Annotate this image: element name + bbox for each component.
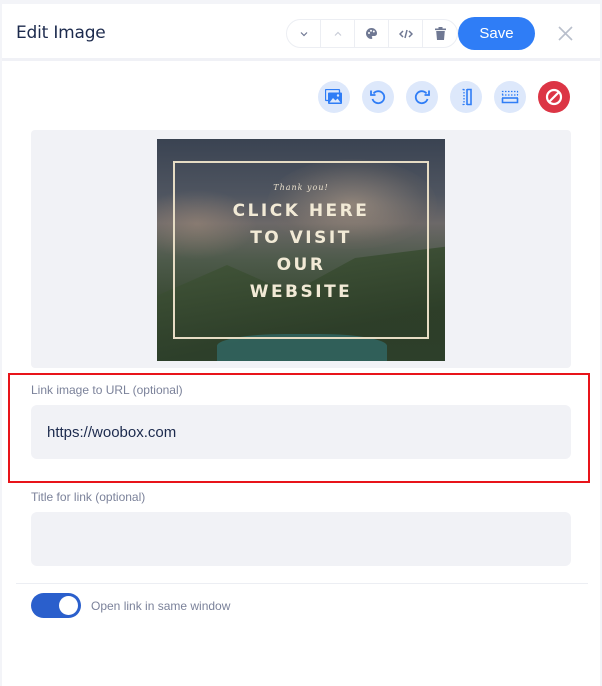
same-window-toggle[interactable] [31,593,81,618]
flip-vertical-button[interactable] [494,81,526,113]
image-toolbar [318,81,570,113]
image-text-line: OUR [276,255,326,275]
image-text-line: TO VISIT [250,228,352,248]
move-down-button[interactable] [287,20,321,47]
rotate-right-button[interactable] [406,81,438,113]
divider [16,583,588,584]
ban-icon [545,88,563,106]
image-thanks-text: Thank you! [273,183,329,192]
code-button[interactable] [389,20,423,47]
move-up-button[interactable] [321,20,355,47]
remove-image-button[interactable] [538,81,570,113]
toggle-knob [59,596,78,615]
code-icon [398,29,413,38]
save-button[interactable]: Save [458,17,535,50]
close-icon [557,25,573,41]
replace-image-button[interactable] [318,81,350,113]
image-icon [325,89,342,104]
trash-icon [434,27,446,40]
url-field-label: Link image to URL (optional) [31,383,183,397]
rotate-right-icon [414,90,430,105]
title-input[interactable] [31,512,571,566]
flip-horizontal-icon [461,88,472,106]
rotate-left-button[interactable] [362,81,394,113]
chevron-up-icon [334,31,341,36]
panel-header: Edit Image Save [2,4,600,61]
block-actions-group [286,19,458,48]
title-field-label: Title for link (optional) [31,490,146,504]
palette-icon [366,28,377,39]
panel-title: Edit Image [16,23,106,43]
style-button[interactable] [355,20,389,47]
chevron-down-icon [300,31,307,36]
rotate-left-icon [370,90,386,105]
close-button[interactable] [555,23,575,43]
image-preview[interactable]: Thank you! CLICK HERE TO VISIT OUR WEBSI… [157,139,445,361]
image-preview-area: Thank you! CLICK HERE TO VISIT OUR WEBSI… [31,130,571,368]
url-input[interactable] [31,405,571,459]
image-text-line: WEBSITE [249,282,353,302]
image-text-line: CLICK HERE [232,201,370,221]
flip-vertical-icon [501,90,519,104]
flip-horizontal-button[interactable] [450,81,482,113]
edit-image-panel: Edit Image Save Thank you! CLICK HERE TO… [2,4,600,686]
same-window-label: Open link in same window [91,599,231,613]
delete-button[interactable] [423,20,457,47]
